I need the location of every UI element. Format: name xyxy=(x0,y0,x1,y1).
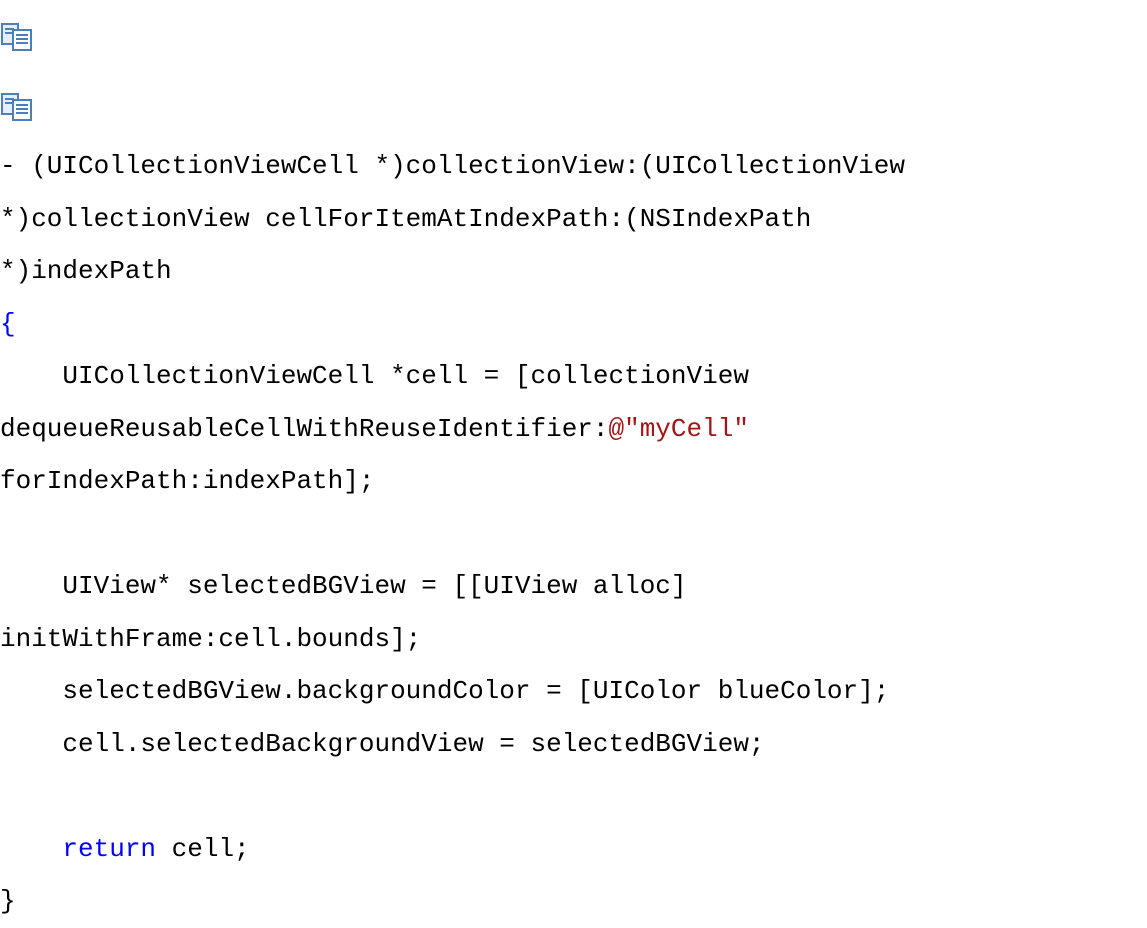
code-token: { xyxy=(0,308,16,339)
code-line: *)collectionView cellForItemAtIndexPath:… xyxy=(0,193,905,246)
code-line: return cell; xyxy=(0,823,905,876)
code-token: return xyxy=(62,833,157,864)
code-line: selectedBGView.backgroundColor = [UIColo… xyxy=(0,665,905,718)
code-line: *)indexPath xyxy=(0,245,905,298)
code-token: dequeueReusableCellWithReuseIdentifier: xyxy=(0,413,609,444)
code-token: *)collectionView cellForItemAtIndexPath:… xyxy=(0,203,812,234)
code-line: } xyxy=(0,875,905,928)
code-token: *)indexPath xyxy=(0,256,172,286)
code-line: UICollectionViewCell *cell = [collection… xyxy=(0,350,905,403)
code-token: UIView* selectedBGView = [[UIView alloc] xyxy=(0,571,687,601)
code-token: forIndexPath:indexPath]; xyxy=(0,466,375,496)
code-token: selectedBGView.backgroundColor = [UIColo… xyxy=(0,676,890,706)
code-token: } xyxy=(0,886,16,916)
copy-icon[interactable] xyxy=(0,22,34,52)
code-line: dequeueReusableCellWithReuseIdentifier:@… xyxy=(0,403,905,456)
code-line: UIView* selectedBGView = [[UIView alloc] xyxy=(0,560,905,613)
code-token: cell; xyxy=(156,833,250,864)
code-token: initWithFrame:cell.bounds]; xyxy=(0,623,422,654)
copy-icon[interactable] xyxy=(0,92,34,122)
code-line: cell.selectedBackgroundView = selectedBG… xyxy=(0,718,905,771)
code-line: - (UICollectionViewCell *)collectionView… xyxy=(0,140,905,193)
code-token: @"myCell" xyxy=(608,413,749,444)
code-token: - (UICollectionViewCell *)collectionView… xyxy=(0,151,905,181)
code-block: - (UICollectionViewCell *)collectionView… xyxy=(0,140,905,928)
code-token: UICollectionViewCell *cell = [collection… xyxy=(0,361,749,391)
code-line: initWithFrame:cell.bounds]; xyxy=(0,613,905,666)
code-line: { xyxy=(0,298,905,351)
code-line: forIndexPath:indexPath]; xyxy=(0,455,905,508)
code-token: cell.selectedBackgroundView = selectedBG… xyxy=(0,728,765,759)
